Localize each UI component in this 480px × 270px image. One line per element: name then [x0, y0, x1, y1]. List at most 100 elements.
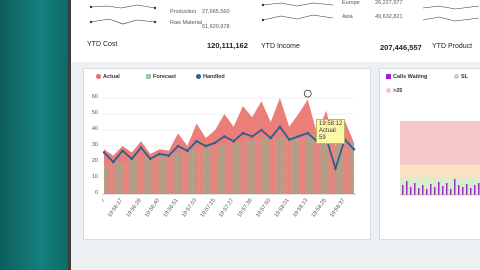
- legend-gt25[interactable]: >25: [386, 88, 402, 94]
- y-tick-20: 20: [91, 158, 98, 164]
- chart-tooltip: 19:58:12 Actual 59: [316, 119, 346, 144]
- tooltip-value: 59: [319, 135, 326, 141]
- handled-point: [232, 139, 235, 143]
- forecast-bar: [134, 158, 136, 194]
- y-tick-10: 10: [91, 174, 98, 180]
- handled-point: [195, 139, 198, 143]
- tooltip-time: 19:58:12: [319, 121, 343, 127]
- forecast-bar: [323, 136, 326, 194]
- raw-material-value: 51,620,978: [202, 24, 230, 30]
- forecast-bar: [256, 138, 258, 194]
- handled-point: [102, 151, 106, 154]
- forecast-bar: [270, 138, 272, 194]
- raw-material-label: Raw Material: [170, 20, 203, 26]
- region-sparkline: [261, 2, 334, 22]
- forecast-bar: [108, 163, 110, 194]
- handled-point: [130, 157, 134, 161]
- forecast-bar: [178, 152, 180, 194]
- forecast-bar: [150, 157, 152, 194]
- gt25-legend-icon: [386, 88, 391, 94]
- calls-waiting-panel: Calls Waiting SL >25: [379, 68, 480, 240]
- forecast-bar: [215, 146, 217, 194]
- x-tick-label: 19:56:17: [107, 198, 124, 219]
- forecast-bar: [131, 158, 133, 194]
- legend-sl[interactable]: SL: [454, 74, 468, 80]
- forecast-bar: [157, 156, 159, 194]
- desktop-background: [0, 0, 70, 270]
- forecast-bar: [120, 162, 122, 194]
- forecast-bar: [268, 138, 270, 194]
- forecast-bar: [141, 158, 143, 194]
- forecast-bar: [217, 145, 219, 194]
- x-tick-label: 19:57:03: [181, 198, 198, 219]
- legend-forecast[interactable]: Forecast: [146, 74, 176, 80]
- forecast-bar: [219, 145, 221, 194]
- forecast-bar: [205, 147, 208, 194]
- forecast-legend-icon: [146, 74, 151, 80]
- legend-actual[interactable]: Actual: [96, 74, 120, 80]
- production-label: Production: [170, 9, 197, 15]
- handled-point: [306, 131, 310, 135]
- actual-legend-icon: [96, 74, 101, 80]
- handled-point: [176, 144, 180, 148]
- forecast-bar: [147, 157, 150, 194]
- handled-point: [148, 157, 152, 161]
- x-tick-label: 19:58:25: [311, 198, 328, 219]
- forecast-bar: [222, 144, 224, 194]
- forecast-bar: [115, 162, 117, 194]
- forecast-bar: [196, 149, 198, 194]
- handled-point: [139, 146, 143, 149]
- forecast-bar: [330, 137, 333, 194]
- forecast-bar: [201, 148, 203, 194]
- forecast-bar: [242, 141, 245, 194]
- x-tick-label: 19:57:38: [237, 198, 254, 219]
- forecast-bar: [347, 140, 349, 194]
- forecast-bar: [143, 158, 145, 194]
- handled-point: [250, 135, 254, 138]
- legend-calls-waiting[interactable]: Calls Waiting: [386, 74, 427, 80]
- handled-point: [223, 135, 226, 138]
- kpi-header: Production 27,665,560 Raw Material 51,62…: [71, 0, 480, 62]
- forecast-bar: [161, 155, 164, 194]
- asia-value: 49,632,821: [375, 14, 403, 20]
- forecast-bar: [284, 136, 286, 194]
- sl-legend-icon: [454, 74, 459, 80]
- forecast-bar: [286, 136, 289, 194]
- forecast-bar: [263, 138, 265, 194]
- handled-point: [287, 138, 291, 141]
- handled-point: [186, 149, 189, 153]
- forecast-bar: [129, 159, 131, 194]
- forecast-bar: [229, 143, 231, 194]
- x-tick-label: 19:57:50: [255, 198, 272, 219]
- calls-chart-panel: Actual Forecast Handled 60 50 40 30 20 1…: [83, 68, 371, 240]
- forecast-bar: [298, 134, 300, 194]
- forecast-bar: [152, 156, 154, 194]
- ytd-product-label: YTD Product: [432, 43, 473, 50]
- forecast-bar: [154, 156, 157, 194]
- forecast-bar: [275, 137, 277, 194]
- legend-handled[interactable]: Handled: [196, 74, 225, 80]
- handled-point: [269, 136, 272, 140]
- y-tick-50: 50: [91, 110, 98, 116]
- forecast-bar: [310, 134, 312, 194]
- forecast-bar: [212, 146, 214, 194]
- y-tick-40: 40: [91, 126, 98, 132]
- forecast-bar: [173, 153, 175, 194]
- forecast-bar: [159, 155, 161, 194]
- handled-point: [334, 167, 337, 170]
- forecast-bar: [226, 144, 228, 194]
- tooltip-series: Actual: [319, 128, 336, 134]
- x-tick-label: 19:56:51: [163, 198, 180, 219]
- europe-value: 26,227,977: [375, 0, 403, 6]
- forecast-bar: [231, 143, 233, 194]
- forecast-bar: [138, 158, 140, 194]
- forecast-bar: [187, 150, 189, 194]
- x-tick-label: 19:56:05: [102, 198, 106, 219]
- x-tick-label: 19:56:40: [144, 198, 161, 219]
- forecast-bar: [175, 152, 177, 194]
- forecast-bar: [182, 151, 184, 194]
- handled-legend-icon: [196, 74, 201, 80]
- production-value: 27,665,560: [202, 9, 230, 15]
- europe-label: Europe: [342, 0, 360, 6]
- forecast-bar: [117, 162, 120, 194]
